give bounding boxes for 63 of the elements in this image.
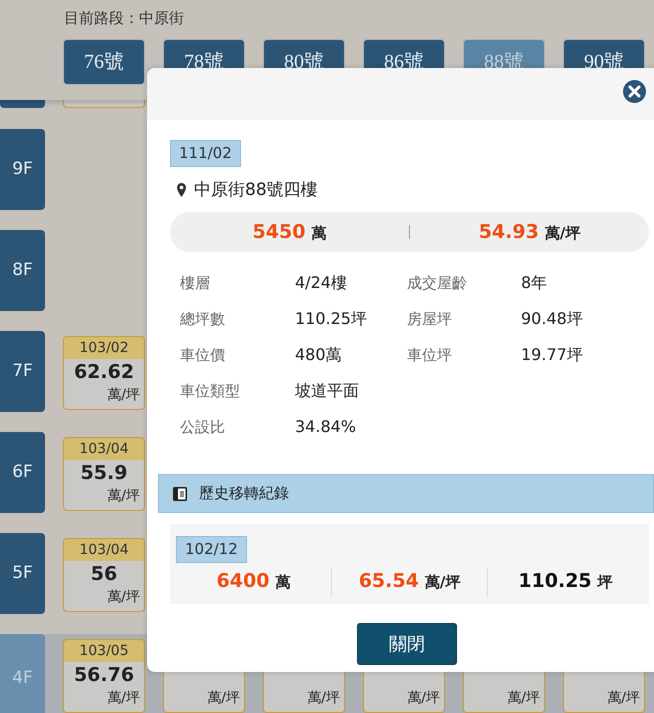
card-price: 56 (90, 562, 118, 587)
history-value: 65.54 (358, 570, 419, 592)
price-value: 5450 (252, 220, 306, 243)
location-pin-icon (177, 183, 186, 198)
detail-value: 90.48坪 (521, 308, 584, 330)
history-value: 6400 (216, 570, 270, 592)
detail-label: 總坪數 (180, 309, 226, 330)
close-icon[interactable] (623, 79, 646, 102)
card-unit: 萬/坪 (607, 690, 640, 706)
address-text: 中原街88號四樓 (194, 178, 318, 202)
floor-label[interactable]: 7F (0, 331, 45, 412)
history-unit: 坪 (598, 573, 613, 592)
card-unit: 萬/坪 (107, 589, 140, 605)
detail-value: 坡道平面 (295, 380, 360, 402)
card-date: 103/02 (64, 337, 144, 359)
price-unit: 萬 (311, 224, 326, 242)
floor-label[interactable]: 6F (0, 432, 45, 513)
detail-value: 480萬 (295, 344, 343, 366)
detail-label: 車位坪 (407, 345, 453, 366)
detail-value: 8年 (521, 272, 548, 294)
date-badge: 102/12 (176, 536, 247, 562)
detail-label: 樓層 (180, 273, 211, 294)
floor-tab-edge (0, 100, 45, 108)
price-card[interactable]: 103/05 56.76 萬/坪 (63, 639, 145, 713)
building-tab[interactable]: 76號 (63, 39, 145, 85)
history-title: 歷史移轉紀錄 (199, 483, 289, 504)
card-price: 55.9 (80, 461, 128, 486)
date-badge: 111/02 (170, 140, 241, 166)
price-card[interactable]: 103/04 56 萬/坪 (63, 538, 145, 612)
detail-value: 34.84% (295, 416, 358, 438)
card-date: 103/05 (64, 640, 144, 662)
price-unit: 萬/坪 (544, 224, 580, 242)
floor-label[interactable]: 8F (0, 230, 45, 311)
card-date: 103/04 (64, 438, 144, 460)
price-card[interactable]: 103/04 55.9 萬/坪 (63, 437, 145, 511)
detail-value: 110.25坪 (295, 308, 368, 330)
route-label: 目前路段：中原街 (64, 8, 184, 29)
history-unit: 萬/坪 (424, 573, 460, 592)
detail-label: 公設比 (180, 417, 226, 438)
card-unit: 萬/坪 (507, 690, 540, 706)
detail-value: 19.77坪 (521, 344, 584, 366)
detail-label: 車位類型 (180, 381, 241, 402)
card-unit: 萬/坪 (107, 387, 140, 403)
price-value: 54.93 (478, 220, 539, 243)
card-unit: 萬/坪 (307, 690, 340, 706)
detail-label: 成交屋齡 (407, 273, 468, 294)
card-price: 56.76 (72, 663, 136, 688)
card-unit: 萬/坪 (107, 488, 140, 504)
card-date: 103/04 (64, 539, 144, 561)
card-price: 62.62 (72, 360, 136, 385)
card-unit: 萬/坪 (107, 690, 140, 706)
card-unit: 萬/坪 (407, 690, 440, 706)
book-icon (173, 486, 187, 500)
detail-label: 房屋坪 (407, 309, 453, 330)
close-button[interactable]: 關閉 (357, 623, 457, 665)
floor-label[interactable]: 5F (0, 533, 45, 614)
detail-value: 4/24樓 (295, 272, 348, 294)
history-value: 110.25 (518, 570, 592, 592)
price-card[interactable]: 103/02 62.62 萬/坪 (63, 336, 145, 410)
history-unit: 萬 (275, 573, 290, 592)
card-unit: 萬/坪 (207, 690, 240, 706)
floor-label[interactable]: 9F (0, 129, 45, 210)
detail-label: 車位價 (180, 345, 226, 366)
